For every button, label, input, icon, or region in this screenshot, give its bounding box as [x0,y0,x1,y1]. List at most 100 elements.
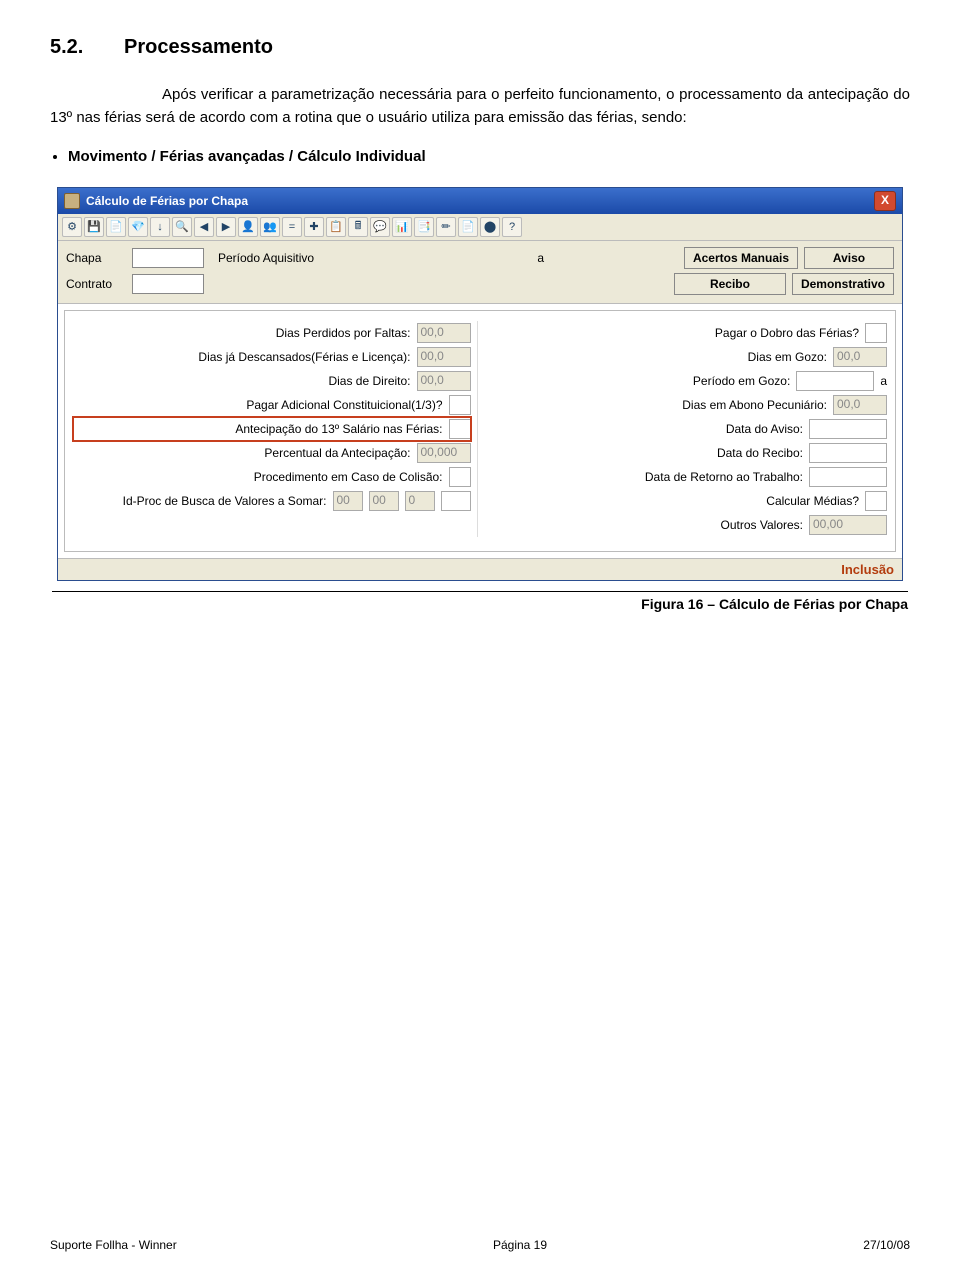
footer-left: Suporte Follha - Winner [50,1238,177,1252]
field-row: Dias já Descansados(Férias e Licença): 0… [73,345,471,369]
field-label: Data de Retorno ao Trabalho: [645,470,803,484]
field-row: Procedimento em Caso de Colisão: [73,465,471,489]
field-input[interactable] [449,467,471,487]
field-input[interactable]: 00 [333,491,363,511]
toolbar-button[interactable]: ✏ [436,217,456,237]
field-input[interactable] [796,371,874,391]
field-row: Data do Aviso: [490,417,888,441]
field-input[interactable]: 00,0 [833,347,887,367]
field-input[interactable]: 00,0 [417,371,471,391]
field-row: Dias em Gozo: 00,0 [490,345,888,369]
toolbar-button[interactable]: ↓ [150,217,170,237]
bullet-item: Movimento / Férias avançadas / Cálculo I… [68,148,910,165]
field-input[interactable]: 00,000 [417,443,471,463]
toolbar-button[interactable]: 📊 [392,217,412,237]
toolbar-button[interactable]: 📋 [326,217,346,237]
header-row: Chapa Período Aquisitivo a Acertos Manua… [58,241,902,303]
toolbar-button[interactable]: ⚙ [62,217,82,237]
field-input[interactable] [865,491,887,511]
toolbar-button[interactable]: ? [502,217,522,237]
field-input[interactable]: 00,0 [417,323,471,343]
field-input[interactable]: 00,00 [809,515,887,535]
field-input[interactable] [809,443,887,463]
field-input[interactable] [809,467,887,487]
toolbar-button[interactable]: = [282,217,302,237]
field-label: Dias em Gozo: [748,350,827,364]
toolbar-button[interactable]: ✚ [304,217,324,237]
field-label: a [880,374,887,388]
toolbar-button[interactable]: 📄 [106,217,126,237]
footer-center: Página 19 [493,1238,547,1252]
status-bar: Inclusão [58,558,902,580]
dialog-window: Cálculo de Férias por Chapa X ⚙ 💾 📄 💎 ↓ … [57,187,903,581]
toolbar-button[interactable]: ⬤ [480,217,500,237]
right-column: Pagar o Dobro das Férias? Dias em Gozo: … [478,321,888,537]
field-label: Calcular Médias? [766,494,859,508]
field-row-idproc: Id-Proc de Busca de Valores a Somar: 00 … [73,489,471,513]
field-row-highlighted: Antecipação do 13º Salário nas Férias: [73,417,471,441]
field-input[interactable]: 0 [405,491,435,511]
field-row: Pagar Adicional Constituicional(1/3)? [73,393,471,417]
field-row: Dias em Abono Pecuniário: 00,0 [490,393,888,417]
label-a: a [364,251,544,265]
bullet-list: Movimento / Férias avançadas / Cálculo I… [68,148,910,165]
field-label: Id-Proc de Busca de Valores a Somar: [123,494,327,508]
field-input[interactable] [865,323,887,343]
figure-caption: Figura 16 – Cálculo de Férias por Chapa [52,591,908,612]
heading-number: 5.2. [50,36,94,59]
field-row: Dias de Direito: 00,0 [73,369,471,393]
field-row: Período em Gozo: a [490,369,888,393]
field-label: Percentual da Antecipação: [264,446,410,460]
field-label: Antecipação do 13º Salário nas Férias: [235,422,442,436]
field-row: Pagar o Dobro das Férias? [490,321,888,345]
btn-aviso[interactable]: Aviso [804,247,894,269]
toolbar-button[interactable]: 👤 [238,217,258,237]
field-input[interactable] [449,395,471,415]
btn-recibo[interactable]: Recibo [674,273,786,295]
toolbar: ⚙ 💾 📄 💎 ↓ 🔍 ◀ ▶ 👤 👥 = ✚ 📋 🖩 💬 📊 📑 ✏ 📄 ⬤ … [58,214,902,241]
toolbar-button[interactable]: 📄 [458,217,478,237]
dialog-body: Dias Perdidos por Faltas: 00,0 Dias já D… [58,303,902,558]
field-input[interactable]: 00 [369,491,399,511]
field-input[interactable]: 00,0 [417,347,471,367]
toolbar-button[interactable]: ◀ [194,217,214,237]
toolbar-button[interactable]: ▶ [216,217,236,237]
btn-acertos-manuais[interactable]: Acertos Manuais [684,247,798,269]
heading-title: Processamento [124,36,273,59]
field-input[interactable]: 00,0 [833,395,887,415]
field-label: Dias Perdidos por Faltas: [276,326,411,340]
toolbar-button[interactable]: 👥 [260,217,280,237]
field-label: Dias em Abono Pecuniário: [682,398,827,412]
field-row: Data de Retorno ao Trabalho: [490,465,888,489]
btn-demonstrativo[interactable]: Demonstrativo [792,273,894,295]
section-heading: 5.2. Processamento [50,36,910,59]
footer-right: 27/10/08 [863,1238,910,1252]
field-row: Data do Recibo: [490,441,888,465]
field-label: Pagar o Dobro das Férias? [715,326,859,340]
toolbar-button[interactable]: 💾 [84,217,104,237]
input-chapa[interactable] [132,248,204,268]
field-label: Dias de Direito: [328,374,410,388]
field-row: Calcular Médias? [490,489,888,513]
label-chapa: Chapa [66,251,126,265]
toolbar-button[interactable]: 📑 [414,217,434,237]
label-periodo: Período Aquisitivo [218,251,358,265]
field-row: Dias Perdidos por Faltas: 00,0 [73,321,471,345]
field-input[interactable] [449,419,471,439]
field-label: Dias já Descansados(Férias e Licença): [198,350,410,364]
intro-paragraph: Após verificar a parametrização necessár… [50,83,910,130]
field-input[interactable] [809,419,887,439]
toolbar-button[interactable]: 🖩 [348,217,368,237]
toolbar-button[interactable]: 💎 [128,217,148,237]
field-label: Pagar Adicional Constituicional(1/3)? [246,398,442,412]
toolbar-button[interactable]: 💬 [370,217,390,237]
input-contrato[interactable] [132,274,204,294]
dialog-title: Cálculo de Férias por Chapa [86,194,248,208]
label-contrato: Contrato [66,277,126,291]
field-label: Período em Gozo: [693,374,790,388]
toolbar-button[interactable]: 🔍 [172,217,192,237]
close-icon[interactable]: X [874,191,896,211]
field-input[interactable] [441,491,471,511]
field-label: Outros Valores: [721,518,803,532]
field-row: Outros Valores: 00,00 [490,513,888,537]
